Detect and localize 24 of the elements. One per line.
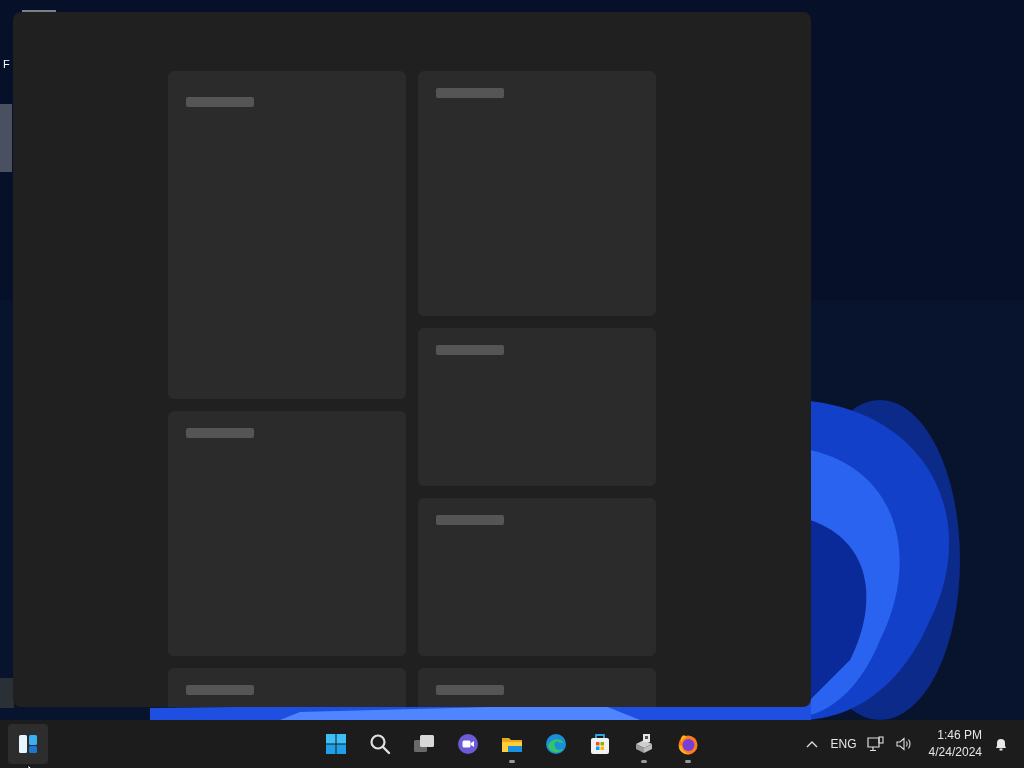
video-chat-icon	[456, 732, 480, 756]
search-icon	[368, 732, 392, 756]
clock-button[interactable]: 1:46 PM 4/24/2024	[928, 727, 982, 761]
volume-icon[interactable]	[894, 736, 913, 752]
widgets-button[interactable]	[8, 724, 48, 764]
placeholder-title	[186, 428, 254, 438]
placeholder-title	[436, 685, 504, 695]
placeholder-title	[186, 685, 254, 695]
placeholder-title	[436, 515, 504, 525]
store-bag-icon	[588, 732, 612, 756]
clock-date: 4/24/2024	[928, 744, 982, 761]
running-indicator	[685, 760, 691, 763]
network-icon[interactable]	[866, 736, 885, 752]
running-indicator	[509, 760, 515, 763]
widgets-icon	[16, 732, 40, 756]
placeholder-title	[436, 345, 504, 355]
placeholder-title	[186, 97, 254, 107]
clock-time: 1:46 PM	[937, 727, 982, 744]
start-icon	[324, 732, 348, 756]
browser-icon	[544, 732, 568, 756]
desktop-icon-label: F	[3, 58, 10, 70]
running-indicator	[641, 760, 647, 763]
language-indicator[interactable]: ENG	[830, 737, 857, 751]
placeholder-title	[436, 88, 504, 98]
